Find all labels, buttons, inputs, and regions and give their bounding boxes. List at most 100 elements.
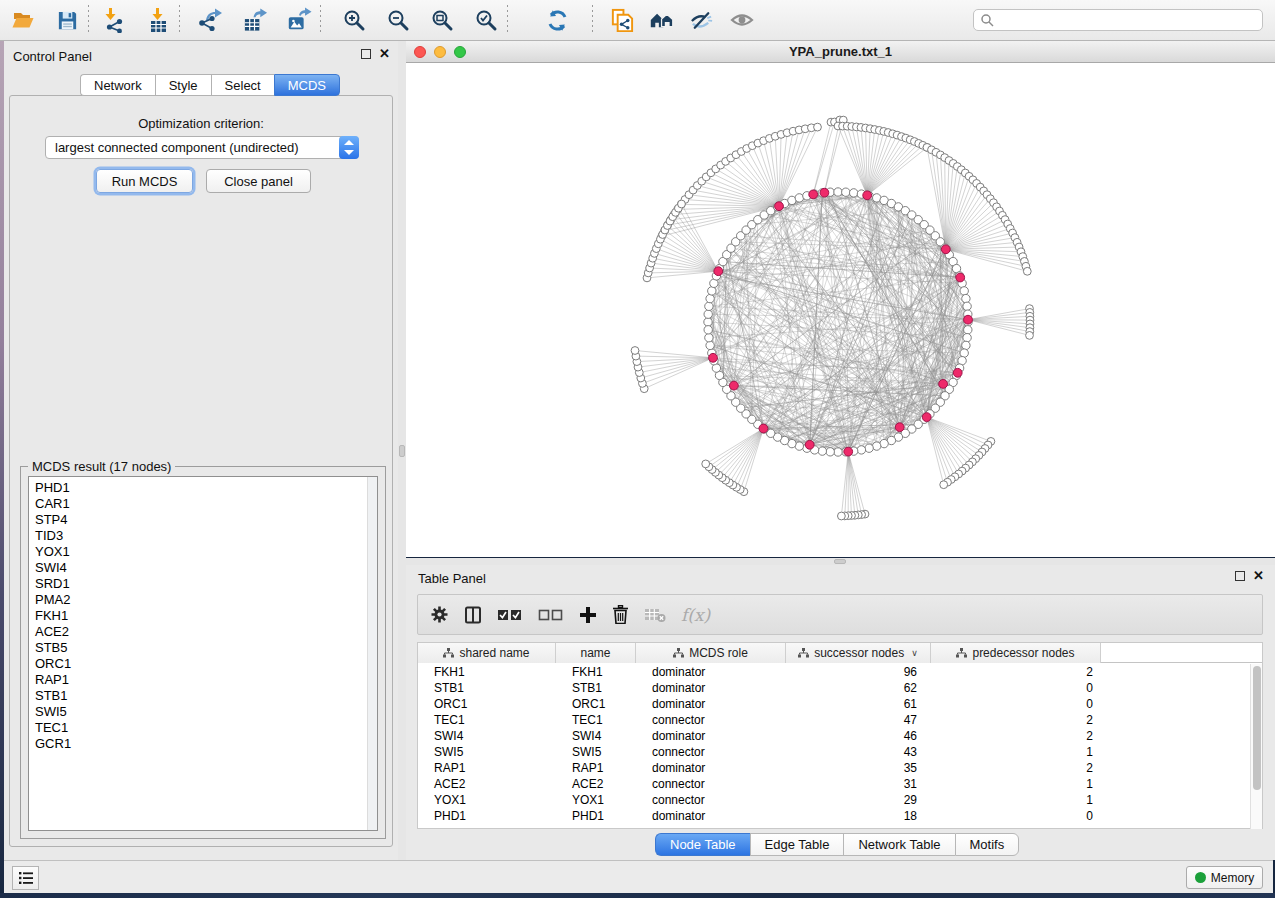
cell-MCDS-role: connector (636, 793, 786, 807)
cell-MCDS-role: dominator (636, 809, 786, 823)
function-builder-icon[interactable]: f(x) (681, 605, 710, 625)
mcds-result-item[interactable]: TID3 (29, 528, 377, 544)
zoom-selected-icon[interactable] (473, 7, 499, 33)
search-input[interactable] (994, 11, 1262, 29)
mcds-result-list[interactable]: PHD1CAR1STP4TID3YOX1SWI4SRD1PMA2FKH1ACE2… (28, 476, 378, 831)
cytoscape-window: Control Panel ✕ NetworkStyleSelectMCDS O… (0, 0, 1275, 898)
tab-edge-table[interactable]: Edge Table (750, 833, 844, 856)
run-mcds-button[interactable]: Run MCDS (96, 169, 193, 193)
mcds-result-item[interactable]: FKH1 (29, 608, 377, 624)
cell-MCDS-role: dominator (636, 761, 786, 775)
tab-select[interactable]: Select (211, 74, 274, 96)
mcds-result-item[interactable]: ORC1 (29, 656, 377, 672)
mcds-result-item[interactable]: PMA2 (29, 592, 377, 608)
import-network-icon[interactable] (101, 7, 127, 33)
import-table-icon[interactable] (145, 7, 171, 33)
mcds-scrollbar[interactable] (367, 477, 377, 830)
control-panel: Control Panel ✕ NetworkStyleSelectMCDS O… (4, 41, 398, 860)
column-header-predecessor-nodes[interactable]: predecessor nodes (931, 643, 1101, 663)
mcds-result-item[interactable]: SWI4 (29, 560, 377, 576)
search-field[interactable] (973, 9, 1263, 31)
mcds-result-item[interactable]: STB5 (29, 640, 377, 656)
unselect-all-icon[interactable] (538, 608, 564, 622)
network-titlebar[interactable]: YPA_prune.txt_1 (406, 41, 1275, 63)
tab-network[interactable]: Network (80, 74, 155, 96)
table-scrollbar[interactable] (1250, 664, 1262, 829)
criterion-dropdown[interactable]: largest connected component (undirected) (45, 136, 359, 159)
table-row[interactable]: STB1STB1dominator620 (418, 680, 1262, 696)
float-panel-icon[interactable] (1235, 571, 1245, 581)
save-session-icon[interactable] (54, 7, 80, 33)
table-row[interactable]: PHD1PHD1dominator180 (418, 808, 1262, 824)
open-file-icon[interactable] (10, 7, 36, 33)
show-all-icon[interactable] (729, 7, 755, 33)
select-all-icon[interactable] (497, 608, 523, 622)
column-header-successor-nodes[interactable]: successor nodes∨ (786, 643, 931, 663)
cell-MCDS-role: connector (636, 777, 786, 791)
window-minimize-icon[interactable] (434, 46, 446, 58)
mcds-result-item[interactable]: SWI5 (29, 704, 377, 720)
cell-name: SWI4 (556, 729, 636, 743)
cell-MCDS-role: connector (636, 713, 786, 727)
tab-network-table[interactable]: Network Table (843, 833, 954, 856)
export-network-icon[interactable] (196, 7, 222, 33)
table-settings-icon[interactable] (430, 605, 449, 624)
cell-predecessor-nodes: 1 (931, 793, 1101, 807)
mcds-result-item[interactable]: STP4 (29, 512, 377, 528)
show-column-icon[interactable] (464, 606, 482, 624)
mcds-result-item[interactable]: STB1 (29, 688, 377, 704)
main-toolbar (0, 0, 1275, 41)
memory-button[interactable]: Memory (1186, 866, 1263, 889)
window-zoom-icon[interactable] (454, 46, 466, 58)
mcds-result-item[interactable]: TEC1 (29, 720, 377, 736)
copy-style-icon[interactable] (609, 7, 635, 33)
mcds-result-group: MCDS result (17 nodes) PHD1CAR1STP4TID3Y… (20, 466, 386, 839)
zoom-in-icon[interactable] (341, 7, 367, 33)
window-close-icon[interactable] (414, 46, 426, 58)
delete-table-icon[interactable] (644, 607, 666, 623)
column-header-name[interactable]: name (556, 643, 636, 663)
table-row[interactable]: ACE2ACE2connector311 (418, 776, 1262, 792)
mcds-result-item[interactable]: RAP1 (29, 672, 377, 688)
mcds-result-item[interactable]: GCR1 (29, 736, 377, 752)
tab-motifs[interactable]: Motifs (955, 833, 1020, 856)
cell-name: YOX1 (556, 793, 636, 807)
table-row[interactable]: TEC1TEC1connector472 (418, 712, 1262, 728)
zoom-fit-icon[interactable] (429, 7, 455, 33)
network-canvas[interactable] (406, 63, 1275, 557)
mcds-result-item[interactable]: PHD1 (29, 477, 377, 496)
cell-successor-nodes: 62 (786, 681, 931, 695)
delete-column-icon[interactable] (612, 605, 629, 624)
tab-node-table[interactable]: Node Table (655, 833, 750, 856)
table-row[interactable]: FKH1FKH1dominator962 (418, 664, 1262, 680)
table-row[interactable]: YOX1YOX1connector291 (418, 792, 1262, 808)
horizontal-splitter[interactable] (406, 558, 1275, 565)
mcds-result-item[interactable]: ACE2 (29, 624, 377, 640)
close-panel-icon[interactable]: ✕ (379, 49, 390, 59)
tab-mcds[interactable]: MCDS (274, 74, 340, 96)
mcds-result-item[interactable]: SRD1 (29, 576, 377, 592)
float-panel-icon[interactable] (361, 49, 371, 59)
first-neighbors-icon[interactable] (649, 7, 675, 33)
table-row[interactable]: RAP1RAP1dominator352 (418, 760, 1262, 776)
export-table-icon[interactable] (242, 7, 268, 33)
refresh-icon[interactable] (544, 7, 570, 33)
table-panel: Table Panel ✕ (406, 565, 1275, 860)
column-header-shared-name[interactable]: shared name (418, 643, 556, 663)
zoom-out-icon[interactable] (385, 7, 411, 33)
add-column-icon[interactable] (579, 606, 597, 624)
mcds-result-item[interactable]: CAR1 (29, 496, 377, 512)
table-row[interactable]: SWI5SWI5connector431 (418, 744, 1262, 760)
hide-selected-icon[interactable] (689, 7, 715, 33)
export-image-icon[interactable] (286, 7, 312, 33)
vertical-splitter[interactable] (398, 41, 406, 860)
tab-style[interactable]: Style (155, 74, 211, 96)
close-panel-button[interactable]: Close panel (206, 169, 311, 193)
cell-successor-nodes: 18 (786, 809, 931, 823)
column-header-MCDS-role[interactable]: MCDS role (636, 643, 786, 663)
table-row[interactable]: ORC1ORC1dominator610 (418, 696, 1262, 712)
mcds-result-item[interactable]: YOX1 (29, 544, 377, 560)
table-row[interactable]: SWI4SWI4dominator462 (418, 728, 1262, 744)
task-history-button[interactable] (12, 866, 39, 890)
close-panel-icon[interactable]: ✕ (1253, 571, 1264, 581)
